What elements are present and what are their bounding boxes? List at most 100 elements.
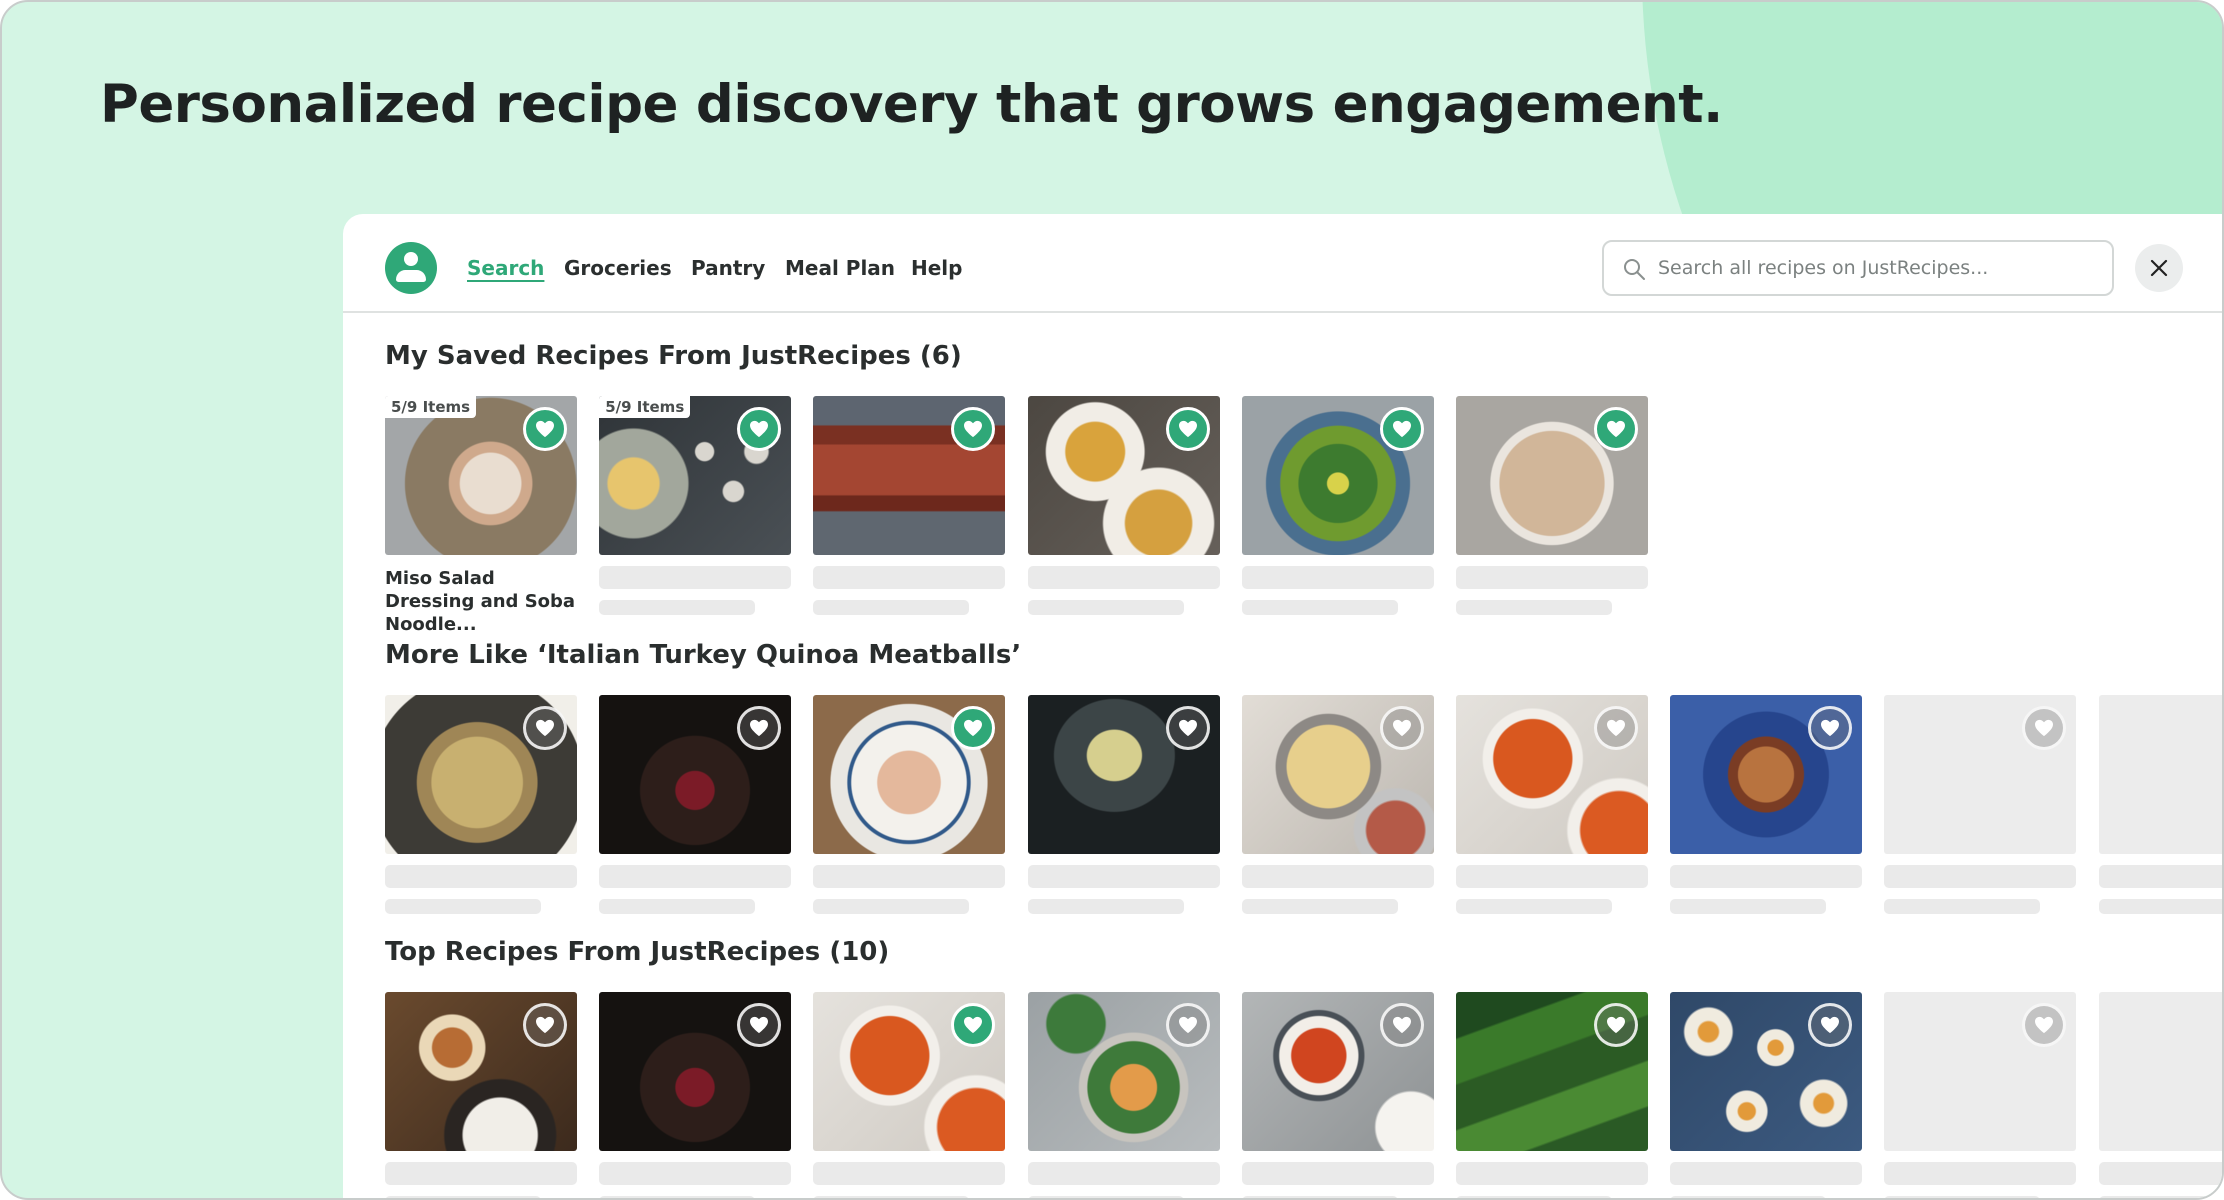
recipe-thumbnail[interactable] <box>1241 695 1434 854</box>
recipe-thumbnail[interactable] <box>599 992 792 1151</box>
heart-icon[interactable] <box>737 407 782 451</box>
recipe-thumbnail[interactable] <box>1241 992 1434 1151</box>
recipe-thumbnail[interactable] <box>1884 992 2077 1151</box>
recipe-thumbnail[interactable] <box>1884 695 2077 854</box>
recipe-card[interactable] <box>2098 695 2222 914</box>
recipe-thumbnail[interactable] <box>1456 396 1648 555</box>
recipe-card[interactable] <box>599 695 792 914</box>
recipe-card[interactable] <box>813 396 1006 615</box>
heart-icon[interactable] <box>737 1003 782 1047</box>
recipe-card[interactable] <box>1241 992 1434 1198</box>
heart-icon[interactable] <box>737 706 782 750</box>
recipe-card[interactable] <box>385 695 577 914</box>
heart-icon[interactable] <box>523 706 567 750</box>
recipe-card[interactable] <box>1027 695 1220 914</box>
recipe-thumbnail[interactable] <box>1670 695 1863 854</box>
recipe-thumbnail[interactable] <box>1027 992 1220 1151</box>
subtitle-placeholder <box>385 899 541 914</box>
subtitle-placeholder <box>1027 1196 1184 1198</box>
recipe-thumbnail[interactable] <box>813 695 1006 854</box>
recipe-card[interactable] <box>1241 695 1434 914</box>
heart-icon[interactable] <box>2022 706 2067 750</box>
recipe-card[interactable] <box>813 695 1006 914</box>
heart-icon[interactable] <box>1165 407 1210 451</box>
recipe-thumbnail[interactable] <box>2098 695 2222 854</box>
headline: Personalized recipe discovery that grows… <box>100 74 1723 135</box>
recipe-title[interactable]: Miso Salad Dressing and Soba Noodle... <box>385 567 577 636</box>
recipe-thumbnail[interactable] <box>1456 695 1648 854</box>
nav-help[interactable]: Help <box>911 256 962 280</box>
recipe-card[interactable] <box>1670 992 1863 1198</box>
saved-recipes-row: 5/9 Items Miso Salad Dressing and Soba No… <box>385 396 2222 635</box>
user-icon[interactable] <box>385 242 437 294</box>
heart-icon[interactable] <box>1808 1003 1853 1047</box>
heart-icon[interactable] <box>1379 1003 1424 1047</box>
title-placeholder <box>813 1162 1006 1185</box>
heart-icon[interactable] <box>951 1003 996 1047</box>
recipe-card[interactable] <box>1241 396 1434 615</box>
recipe-thumbnail[interactable] <box>813 396 1006 555</box>
top-recipes-row <box>385 992 2222 1198</box>
recipe-thumbnail[interactable]: 5/9 Items <box>385 396 577 555</box>
title-placeholder <box>1241 865 1434 888</box>
nav-pantry[interactable]: Pantry <box>691 256 765 280</box>
recipe-card[interactable]: 5/9 Items Miso Salad Dressing and Soba No… <box>385 396 577 636</box>
recipe-thumbnail[interactable] <box>385 992 577 1151</box>
heart-icon[interactable] <box>1379 407 1424 451</box>
title-placeholder <box>1884 865 2077 888</box>
nav-search[interactable]: Search <box>467 256 544 280</box>
title-placeholder <box>599 1162 792 1185</box>
recipe-card[interactable] <box>1670 695 1863 914</box>
heart-icon[interactable] <box>1594 407 1638 451</box>
subtitle-placeholder <box>2098 899 2222 914</box>
search-icon <box>1624 259 1645 280</box>
heart-icon[interactable] <box>951 407 996 451</box>
nav-groceries[interactable]: Groceries <box>564 256 672 280</box>
heart-icon[interactable] <box>1594 1003 1638 1047</box>
recipe-thumbnail[interactable] <box>385 695 577 854</box>
recipe-card[interactable] <box>1027 992 1220 1198</box>
subtitle-placeholder <box>2098 1196 2222 1198</box>
recipe-thumbnail[interactable] <box>2098 992 2222 1151</box>
recipe-card[interactable] <box>2098 992 2222 1198</box>
heart-icon[interactable] <box>1808 706 1853 750</box>
recipe-card[interactable] <box>1884 992 2077 1198</box>
heart-icon[interactable] <box>523 407 567 451</box>
recipe-card[interactable] <box>599 992 792 1198</box>
recipe-thumbnail[interactable]: 5/9 Items <box>599 396 792 555</box>
heart-icon[interactable] <box>1165 706 1210 750</box>
recipe-thumbnail[interactable] <box>599 695 792 854</box>
recipe-thumbnail[interactable] <box>1670 992 1863 1151</box>
subtitle-placeholder <box>1456 899 1612 914</box>
recipe-thumbnail[interactable] <box>813 992 1006 1151</box>
section-title-more-like: More Like ‘Italian Turkey Quinoa Meatbal… <box>385 640 1022 670</box>
heart-icon[interactable] <box>523 1003 567 1047</box>
title-placeholder <box>1027 1162 1220 1185</box>
subtitle-placeholder <box>1670 899 1827 914</box>
recipe-card[interactable] <box>385 992 577 1198</box>
title-placeholder <box>1456 1162 1648 1185</box>
recipe-card[interactable] <box>1884 695 2077 914</box>
recipe-thumbnail[interactable] <box>1456 992 1648 1151</box>
title-placeholder <box>1456 865 1648 888</box>
heart-icon[interactable] <box>1379 706 1424 750</box>
search-input[interactable] <box>1658 252 2098 284</box>
close-button[interactable] <box>2135 244 2183 292</box>
subtitle-placeholder <box>813 600 970 615</box>
heart-icon[interactable] <box>2022 1003 2067 1047</box>
recipe-card[interactable] <box>1456 695 1648 914</box>
heart-icon[interactable] <box>1165 1003 1210 1047</box>
heart-icon[interactable] <box>1594 706 1638 750</box>
recipe-card[interactable]: 5/9 Items <box>599 396 792 615</box>
recipe-card[interactable] <box>1027 396 1220 615</box>
recipe-card[interactable] <box>1456 396 1648 615</box>
recipe-card[interactable] <box>813 992 1006 1198</box>
recipe-thumbnail[interactable] <box>1027 695 1220 854</box>
recipe-thumbnail[interactable] <box>1027 396 1220 555</box>
subtitle-placeholder <box>813 899 970 914</box>
recipe-thumbnail[interactable] <box>1241 396 1434 555</box>
recipe-card[interactable] <box>1456 992 1648 1198</box>
nav-meal-plan[interactable]: Meal Plan <box>785 256 895 280</box>
heart-icon[interactable] <box>951 706 996 750</box>
title-placeholder <box>385 865 577 888</box>
